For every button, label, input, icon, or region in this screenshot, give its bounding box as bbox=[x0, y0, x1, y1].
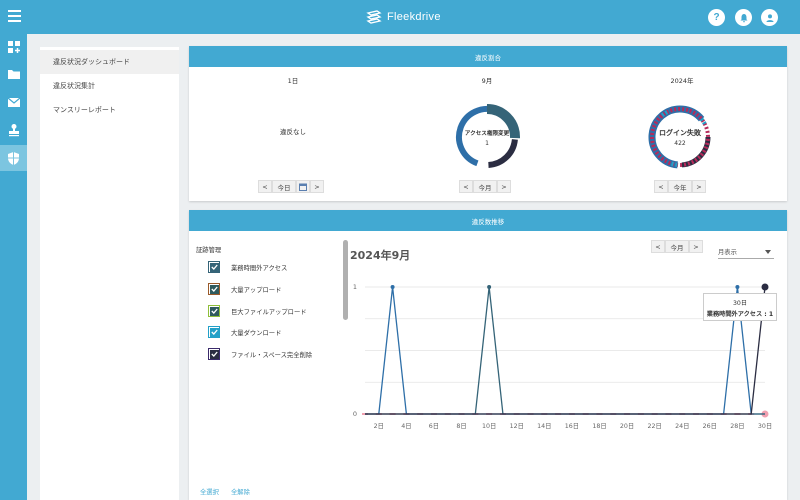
day-prev-button[interactable]: < bbox=[258, 180, 272, 193]
legend-item[interactable]: 大量ダウンロード bbox=[208, 326, 281, 338]
x-tick-label: 26日 bbox=[703, 422, 717, 430]
month-donut-title: アクセス権限変更 bbox=[464, 131, 510, 137]
y-tick-label: 1 bbox=[353, 283, 357, 291]
legend-item[interactable]: 巨大ファイルアップロード bbox=[208, 305, 307, 317]
x-tick-label: 18日 bbox=[592, 422, 606, 430]
chevron-down-icon bbox=[765, 249, 771, 254]
legend-label: 業務時間外アクセス bbox=[231, 264, 288, 272]
calendar-icon[interactable] bbox=[296, 180, 310, 193]
apps-add-icon[interactable] bbox=[0, 34, 27, 60]
help-icon[interactable]: ? bbox=[708, 9, 725, 26]
folder-icon[interactable] bbox=[0, 61, 27, 87]
day-next-button[interactable]: > bbox=[310, 180, 324, 193]
chart-title: 2024年9月 bbox=[350, 249, 411, 262]
deselect-all-link[interactable]: 全解除 bbox=[231, 487, 250, 496]
checkbox[interactable] bbox=[208, 261, 220, 273]
stamp-icon[interactable] bbox=[0, 117, 27, 143]
legend-label: 巨大ファイルアップロード bbox=[231, 308, 307, 316]
year-next-button[interactable]: > bbox=[692, 180, 706, 193]
chart-tooltip: 30日 業務時間外アクセス : 1 bbox=[703, 293, 777, 321]
brand-logo: Fleekdrive bbox=[366, 8, 441, 26]
top-bar: Fleekdrive ? bbox=[0, 0, 800, 34]
menu-icon[interactable] bbox=[8, 10, 21, 23]
day-nav-controls: < 今日 > bbox=[258, 180, 324, 193]
data-point bbox=[390, 285, 395, 289]
legend-title: 証跡管理 bbox=[196, 247, 222, 254]
year-donut-title: ログイン失敗 bbox=[659, 129, 701, 137]
month-label: 9月 bbox=[481, 77, 493, 85]
year-today-button[interactable]: 今年 bbox=[668, 180, 692, 193]
x-tick-label: 16日 bbox=[565, 422, 579, 430]
tooltip-text: 業務時間外アクセス : 1 bbox=[706, 311, 774, 318]
year-donut-value: 422 bbox=[674, 140, 686, 147]
nav-item-dashboard[interactable]: 違反状況ダッシュボード bbox=[40, 50, 179, 74]
x-tick-label: 22日 bbox=[647, 422, 661, 430]
ratio-panel-title: 違反割合 bbox=[189, 46, 787, 67]
fleekdrive-logo-icon bbox=[366, 10, 382, 24]
month-next-button[interactable]: > bbox=[497, 180, 511, 193]
x-tick-label: 6日 bbox=[429, 422, 439, 430]
data-point bbox=[487, 285, 492, 289]
legend-label: 大量アップロード bbox=[231, 286, 282, 294]
x-tick-label: 12日 bbox=[510, 422, 524, 430]
legend-item[interactable]: 業務時間外アクセス bbox=[208, 261, 287, 273]
year-prev-button[interactable]: < bbox=[654, 180, 668, 193]
month-donut-value: 1 bbox=[485, 140, 489, 147]
x-tick-label: 30日 bbox=[758, 422, 772, 430]
x-tick-label: 28日 bbox=[730, 422, 744, 430]
y-tick-label: 0 bbox=[353, 410, 357, 418]
legend-item[interactable]: 大量アップロード bbox=[208, 283, 281, 295]
day-today-button[interactable]: 今日 bbox=[272, 180, 296, 193]
data-point bbox=[761, 283, 769, 291]
x-tick-label: 24日 bbox=[675, 422, 689, 430]
year-nav-controls: < 今年 > bbox=[654, 180, 706, 193]
x-tick-label: 10日 bbox=[482, 422, 496, 430]
x-tick-label: 14日 bbox=[537, 422, 551, 430]
year-label: 2024年 bbox=[670, 77, 694, 85]
brand-name: Fleekdrive bbox=[387, 11, 441, 23]
checkbox[interactable] bbox=[208, 348, 220, 360]
data-point bbox=[735, 285, 740, 289]
legend-label: 大量ダウンロード bbox=[231, 329, 282, 337]
trend-prev-button[interactable]: < bbox=[651, 240, 665, 253]
mail-icon[interactable] bbox=[0, 89, 27, 115]
shield-icon[interactable] bbox=[0, 145, 27, 171]
side-nav: 違反状況ダッシュボード 違反状況集計 マンスリーレポート bbox=[40, 47, 179, 500]
nav-item-monthly-report[interactable]: マンスリーレポート bbox=[40, 98, 179, 122]
no-violation-text: 違反なし bbox=[280, 128, 306, 136]
trend-today-button[interactable]: 今月 bbox=[665, 240, 689, 253]
month-nav-controls: < 今月 > bbox=[459, 180, 511, 193]
legend-item[interactable]: ファイル・スペース完全削除 bbox=[208, 348, 312, 360]
x-tick-label: 4日 bbox=[401, 422, 411, 430]
day-label: 1日 bbox=[287, 77, 299, 85]
month-donut-chart bbox=[454, 104, 520, 170]
nav-item-summary[interactable]: 違反状況集計 bbox=[40, 74, 179, 98]
tooltip-date: 30日 bbox=[732, 300, 748, 307]
month-today-button[interactable]: 今月 bbox=[473, 180, 497, 193]
x-tick-label: 2日 bbox=[374, 422, 384, 430]
x-tick-label: 20日 bbox=[620, 422, 634, 430]
trend-panel-title: 違反数推移 bbox=[189, 210, 787, 231]
user-icon[interactable] bbox=[761, 9, 778, 26]
view-mode-value: 月表示 bbox=[718, 249, 737, 256]
select-all-link[interactable]: 全選択 bbox=[200, 487, 219, 496]
view-mode-select[interactable]: 月表示 bbox=[718, 245, 774, 259]
month-prev-button[interactable]: < bbox=[459, 180, 473, 193]
trend-next-button[interactable]: > bbox=[689, 240, 703, 253]
x-tick-label: 8日 bbox=[456, 422, 466, 430]
legend-label: ファイル・スペース完全削除 bbox=[231, 351, 313, 359]
bell-icon[interactable] bbox=[735, 9, 752, 26]
checkbox[interactable] bbox=[208, 326, 220, 338]
app-rail bbox=[0, 34, 27, 500]
trend-nav-controls: < 今月 > bbox=[651, 240, 703, 253]
checkbox[interactable] bbox=[208, 283, 220, 295]
checkbox[interactable] bbox=[208, 305, 220, 317]
